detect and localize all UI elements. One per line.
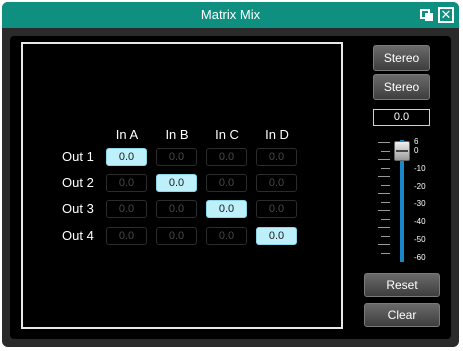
title-bar[interactable]: Matrix Mix ✕ <box>2 2 459 28</box>
fader-tick <box>381 184 390 186</box>
fader-tick <box>381 150 390 152</box>
restore-window-icon[interactable] <box>419 7 435 23</box>
row-header-4: Out 4 <box>62 228 94 243</box>
matrix-cell[interactable]: 0.0 <box>206 200 247 218</box>
fader-tick <box>381 167 390 169</box>
matrix-cell[interactable]: 0.0 <box>206 227 247 245</box>
fader-tick <box>381 252 390 254</box>
row-header-2: Out 2 <box>62 175 94 190</box>
gain-value-field[interactable]: 0.0 <box>373 109 430 126</box>
matrix-cell[interactable]: 0.0 <box>156 174 197 192</box>
fader-tick <box>378 227 390 228</box>
matrix-cell[interactable]: 0.0 <box>106 148 147 166</box>
column-header-2: In B <box>165 127 189 142</box>
fader-scale-label: -60 <box>414 253 426 262</box>
matrix-cell[interactable]: 0.0 <box>156 200 197 218</box>
fader-tick <box>378 193 390 194</box>
column-header-1: In A <box>115 127 139 142</box>
reset-button[interactable]: Reset <box>364 273 440 297</box>
matrix-cell[interactable]: 0.0 <box>106 200 147 218</box>
matrix-cell[interactable]: 0.0 <box>106 174 147 192</box>
close-icon[interactable]: ✕ <box>438 7 454 23</box>
row-header-1: Out 1 <box>62 149 94 164</box>
fader-tick <box>381 218 390 220</box>
column-header-3: In C <box>215 127 239 142</box>
window-title: Matrix Mix <box>200 7 261 22</box>
fader-tick <box>378 244 390 245</box>
matrix-cell[interactable]: 0.0 <box>206 174 247 192</box>
matrix-cell[interactable]: 0.0 <box>156 148 197 166</box>
fader-knob[interactable] <box>394 141 410 161</box>
matrix-cell[interactable]: 0.0 <box>256 227 297 245</box>
fader-scale-label: -30 <box>414 199 426 208</box>
matrix-cell[interactable]: 0.0 <box>256 148 297 166</box>
clear-button[interactable]: Clear <box>364 303 440 327</box>
fader-scale-label: 6 <box>414 137 419 146</box>
matrix-cell[interactable]: 0.0 <box>106 227 147 245</box>
fader-tick <box>378 210 390 211</box>
row-header-3: Out 3 <box>62 201 94 216</box>
stereo-button-2[interactable]: Stereo <box>373 74 430 100</box>
fader-scale-label: -40 <box>414 217 426 226</box>
fader-scale-label: -20 <box>414 182 426 191</box>
fader-tick <box>378 176 390 177</box>
stereo-button-1[interactable]: Stereo <box>373 45 430 71</box>
matrix-cell[interactable]: 0.0 <box>156 227 197 245</box>
matrix-cell[interactable]: 0.0 <box>256 174 297 192</box>
fader-tick <box>378 142 390 143</box>
column-header-4: In D <box>265 127 289 142</box>
fader-scale-label: -10 <box>414 164 426 173</box>
fader-tick <box>378 159 390 160</box>
fader-tick <box>381 201 390 203</box>
fader-tick <box>381 235 390 237</box>
fader-scale-label: -50 <box>414 235 426 244</box>
matrix-cell[interactable]: 0.0 <box>256 200 297 218</box>
fader-scale-label: 0 <box>414 146 419 155</box>
matrix-cell[interactable]: 0.0 <box>206 148 247 166</box>
